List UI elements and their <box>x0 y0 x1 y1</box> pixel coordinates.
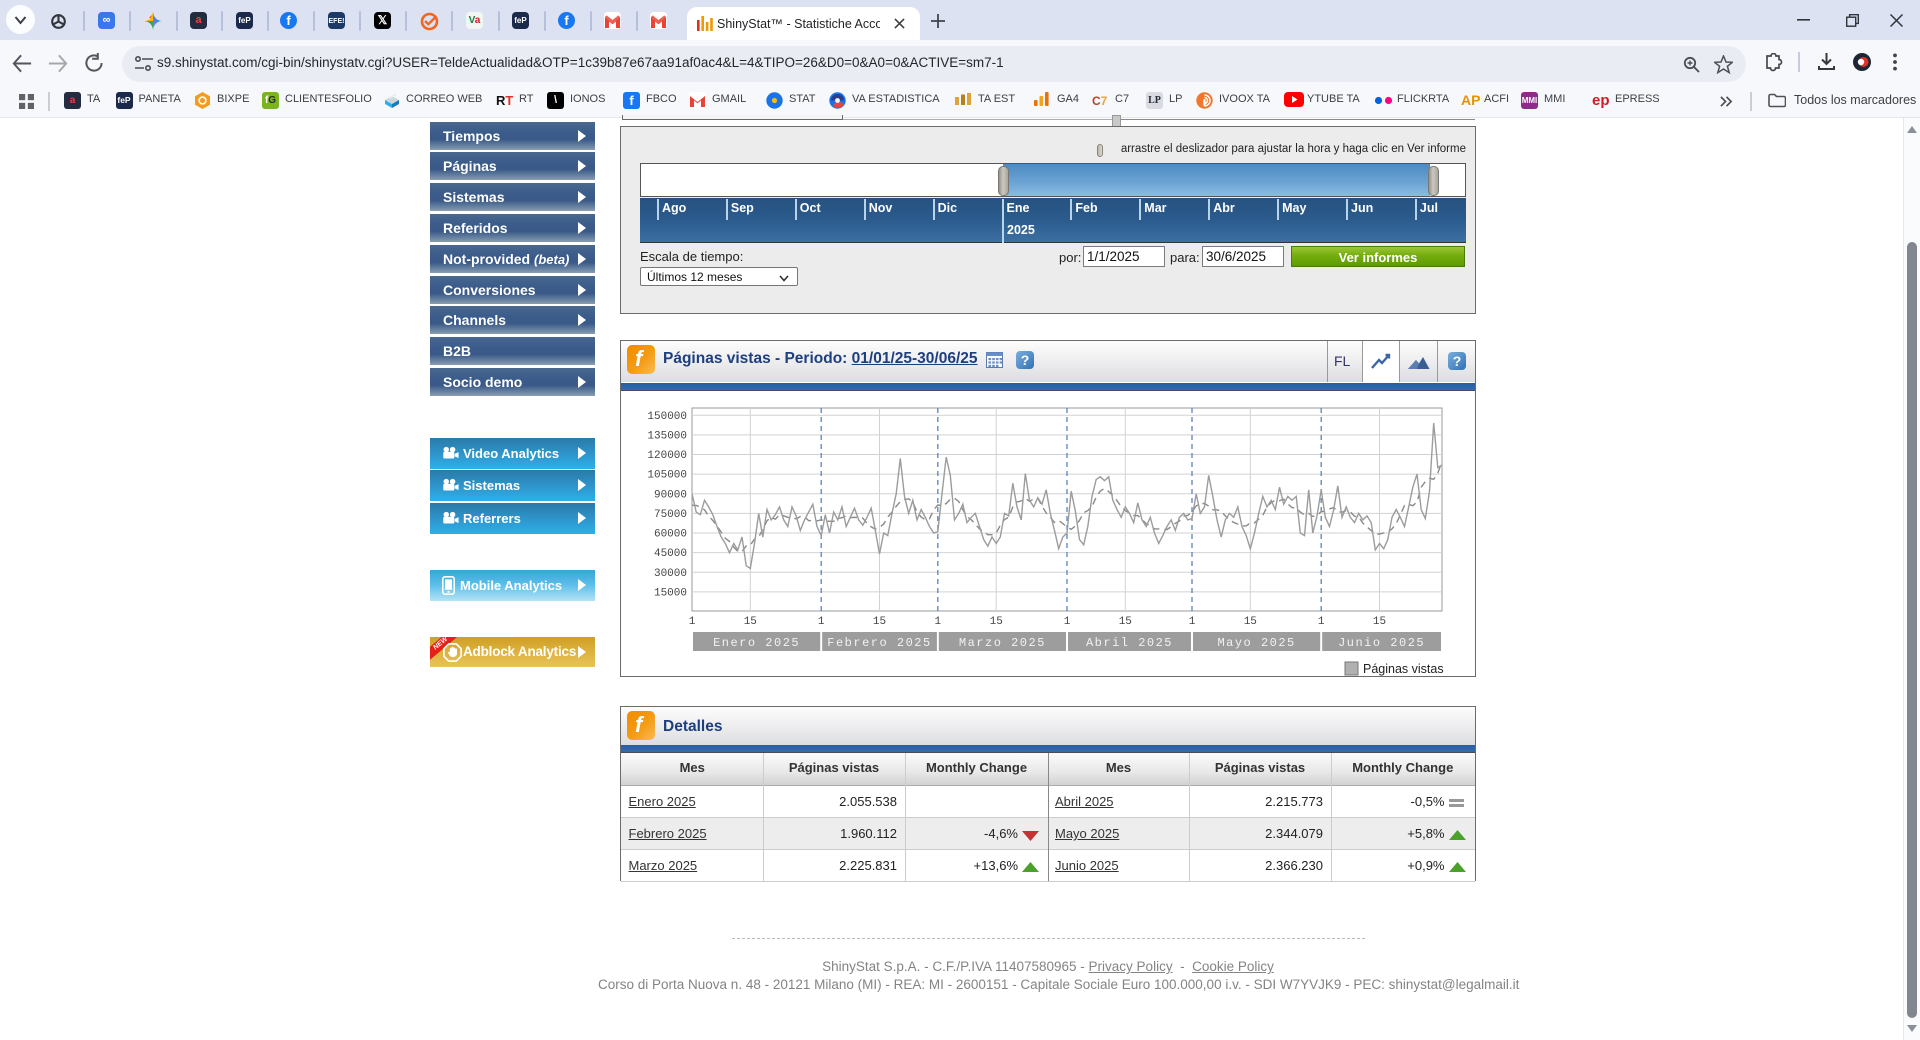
svg-text:1: 1 <box>818 616 825 628</box>
svg-text:Enero 2025: Enero 2025 <box>713 636 800 650</box>
svg-text:1: 1 <box>1189 616 1196 628</box>
svg-text:75000: 75000 <box>654 509 687 521</box>
svg-text:1: 1 <box>934 616 941 628</box>
svg-text:15: 15 <box>1373 616 1386 628</box>
svg-text:Junio 2025: Junio 2025 <box>1338 636 1425 650</box>
svg-text:135000: 135000 <box>647 430 687 442</box>
svg-text:Marzo 2025: Marzo 2025 <box>959 636 1046 650</box>
svg-text:150000: 150000 <box>647 411 687 423</box>
svg-text:Mayo 2025: Mayo 2025 <box>1217 636 1295 650</box>
svg-text:15: 15 <box>1244 616 1257 628</box>
svg-text:15000: 15000 <box>654 587 687 599</box>
svg-text:15: 15 <box>744 616 757 628</box>
svg-text:15: 15 <box>990 616 1003 628</box>
svg-text:1: 1 <box>1318 616 1325 628</box>
svg-text:15: 15 <box>873 616 886 628</box>
svg-text:105000: 105000 <box>647 470 687 482</box>
svg-text:30000: 30000 <box>654 568 687 580</box>
svg-text:120000: 120000 <box>647 450 687 462</box>
svg-text:Páginas vistas: Páginas vistas <box>1363 662 1444 676</box>
svg-text:1: 1 <box>689 616 696 628</box>
svg-text:90000: 90000 <box>654 489 687 501</box>
svg-text:45000: 45000 <box>654 548 687 560</box>
svg-text:Febrero 2025: Febrero 2025 <box>827 636 931 650</box>
svg-text:Abril 2025: Abril 2025 <box>1086 636 1173 650</box>
svg-text:60000: 60000 <box>654 529 687 541</box>
svg-text:1: 1 <box>1064 616 1071 628</box>
svg-text:15: 15 <box>1119 616 1132 628</box>
